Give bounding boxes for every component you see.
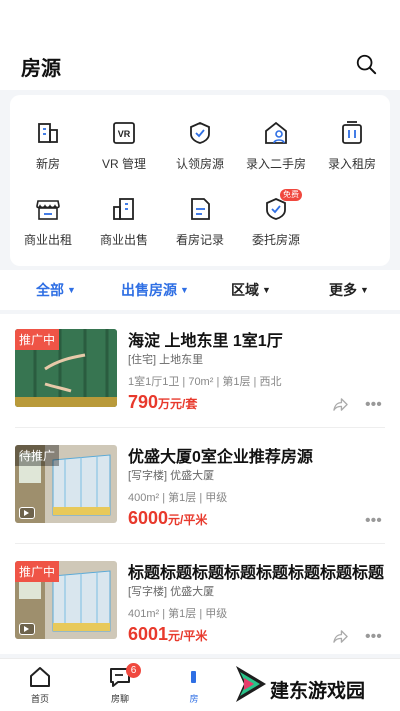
tab-home[interactable]: 首页 bbox=[10, 665, 70, 705]
listing-title: 标题标题标题标题标题标题标题标题 bbox=[128, 565, 385, 582]
claim-shield-icon bbox=[190, 122, 210, 144]
quick-action-commercial-sale[interactable]: 商业出售 bbox=[86, 195, 162, 265]
shop-icon bbox=[36, 200, 60, 220]
listing-card[interactable]: 推广中 海淀 上地东里 1室1厅 [住宅] 上地东里 1室1厅1卫 | 70m²… bbox=[0, 314, 400, 430]
caret-down-icon: ▼ bbox=[262, 285, 271, 295]
price-value: 6000 bbox=[128, 508, 169, 528]
document-icon bbox=[191, 198, 210, 220]
listing-subtitle: [住宅] 上地东里 bbox=[128, 354, 204, 366]
svg-text:VR: VR bbox=[118, 129, 131, 139]
rent-icon bbox=[342, 121, 362, 144]
share-icon[interactable] bbox=[333, 629, 348, 644]
page-title: 房源 bbox=[21, 58, 61, 80]
building-icon bbox=[38, 123, 58, 143]
quick-action-vr[interactable]: VR VR 管理 bbox=[86, 119, 162, 189]
listing-list: 推广中 海淀 上地东里 1室1厅 [住宅] 上地东里 1室1厅1卫 | 70m²… bbox=[0, 314, 400, 654]
quick-action-rent[interactable]: 录入租房 bbox=[314, 119, 390, 189]
caret-down-icon: ▼ bbox=[180, 285, 189, 295]
quick-action-label: VR 管理 bbox=[101, 157, 146, 171]
listings-icon bbox=[191, 671, 196, 683]
quick-action-label: 认领房源 bbox=[175, 157, 224, 171]
quick-actions-panel: 新房 VR VR 管理 认领房源 录入二手房 录入租房 商业出租 商业出售 看房… bbox=[10, 95, 390, 266]
more-options-icon[interactable]: ••• bbox=[365, 628, 382, 646]
listing-meta: 1室1厅1卫 | 70m² | 第1层 | 西北 bbox=[128, 376, 282, 388]
quick-action-label: 录入租房 bbox=[327, 157, 376, 171]
tab-listings[interactable]: 房 bbox=[164, 665, 224, 705]
listing-meta: 400m² | 第1层 | 甲级 bbox=[128, 492, 228, 504]
filter-label: 全部 bbox=[36, 282, 64, 298]
free-badge: 免费 bbox=[280, 189, 302, 201]
quick-action-label: 看房记录 bbox=[175, 233, 224, 247]
tab-label: 房聊 bbox=[110, 694, 129, 704]
quick-action-label: 商业出售 bbox=[99, 233, 148, 247]
house-person-icon bbox=[265, 121, 287, 144]
listing-subtitle: [写字楼] 优盛大厦 bbox=[128, 586, 215, 598]
price-unit: 元/平米 bbox=[168, 629, 208, 643]
price-unit: 万元/套 bbox=[158, 397, 198, 411]
listing-card[interactable]: 推广中 标题标题标题标题标题标题标题标题 [写字楼] 优盛大厦 401m² | … bbox=[0, 546, 400, 654]
filter-bar: 全部 ▼ 出售房源 ▼ 区域 ▼ 更多 ▼ bbox=[0, 270, 400, 310]
listing-photo: 推广中 bbox=[15, 329, 117, 407]
filter-all[interactable]: 全部 ▼ bbox=[36, 280, 76, 300]
listing-title: 优盛大厦0室企业推荐房源 bbox=[128, 449, 313, 466]
listing-title: 海淀 上地东里 1室1厅 bbox=[128, 333, 283, 350]
filter-label: 出售房源 bbox=[121, 282, 177, 298]
home-icon bbox=[30, 667, 50, 687]
quick-action-claim[interactable]: 认领房源 bbox=[162, 119, 238, 189]
quick-action-label: 商业出租 bbox=[23, 233, 72, 247]
price-value: 790 bbox=[128, 392, 159, 412]
quick-action-second-hand[interactable]: 录入二手房 bbox=[238, 119, 314, 189]
tab-chat[interactable]: 6 房聊 bbox=[90, 663, 150, 705]
tab-label: 房 bbox=[189, 694, 199, 704]
share-icon[interactable] bbox=[333, 397, 348, 412]
promotion-tag: 待推广 bbox=[15, 445, 60, 466]
quick-action-label: 委托房源 bbox=[251, 233, 300, 247]
price-unit: 元/平米 bbox=[168, 513, 208, 527]
price-value: 6001 bbox=[128, 624, 169, 644]
listing-photo: 待推广 bbox=[15, 445, 117, 523]
caret-down-icon: ▼ bbox=[360, 285, 369, 295]
listing-subtitle: [写字楼] 优盛大厦 bbox=[128, 470, 215, 482]
quick-action-new-house[interactable]: 新房 bbox=[10, 119, 86, 189]
quick-action-viewing-records[interactable]: 看房记录 bbox=[162, 195, 238, 265]
filter-label: 更多 bbox=[329, 282, 357, 298]
listing-price: 790万元/套 bbox=[128, 392, 197, 413]
quick-action-label: 新房 bbox=[35, 157, 60, 171]
filter-label: 区域 bbox=[231, 282, 259, 298]
office-icon bbox=[113, 198, 134, 220]
vr-icon: VR bbox=[113, 122, 135, 144]
listing-card[interactable]: 待推广 优盛大厦0室企业推荐房源 [写字楼] 优盛大厦 400m² | 第1层 … bbox=[0, 430, 400, 546]
divider bbox=[15, 427, 385, 428]
caret-down-icon: ▼ bbox=[67, 285, 76, 295]
top-header: 房源 bbox=[0, 0, 400, 90]
search-icon[interactable] bbox=[355, 53, 377, 75]
more-options-icon[interactable]: ••• bbox=[365, 396, 382, 414]
filter-more[interactable]: 更多 ▼ bbox=[329, 280, 369, 300]
listing-photo: 推广中 bbox=[15, 561, 117, 639]
divider bbox=[15, 543, 385, 544]
filter-region[interactable]: 区域 ▼ bbox=[231, 280, 271, 300]
video-icon bbox=[19, 623, 35, 635]
more-options-icon[interactable]: ••• bbox=[365, 512, 382, 530]
watermark-logo: 建东游戏园 bbox=[234, 664, 374, 708]
promotion-tag: 推广中 bbox=[15, 561, 60, 582]
watermark-text: 建东游戏园 bbox=[270, 681, 366, 702]
promotion-tag: 推广中 bbox=[15, 329, 60, 350]
listing-price: 6000元/平米 bbox=[128, 508, 207, 529]
tab-label: 首页 bbox=[30, 694, 49, 704]
filter-for-sale[interactable]: 出售房源 ▼ bbox=[121, 280, 189, 300]
unread-count-badge: 6 bbox=[126, 663, 141, 678]
watermark-arrow-icon bbox=[236, 666, 266, 702]
listing-meta: 401m² | 第1层 | 甲级 bbox=[128, 608, 228, 620]
listing-price: 6001元/平米 bbox=[128, 624, 207, 645]
video-icon bbox=[19, 507, 35, 519]
quick-action-entrust[interactable]: 免费 委托房源 bbox=[238, 189, 314, 265]
quick-action-commercial-rent[interactable]: 商业出租 bbox=[10, 195, 86, 265]
quick-action-label: 录入二手房 bbox=[245, 157, 306, 171]
